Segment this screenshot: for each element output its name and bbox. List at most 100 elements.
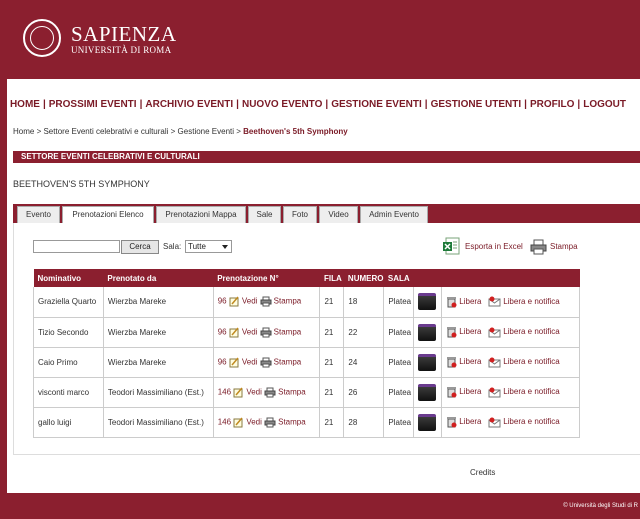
- tab-sale[interactable]: Sale: [248, 206, 281, 223]
- cell-numero: 26: [343, 377, 385, 408]
- nav-gestione-utenti[interactable]: GESTIONE UTENTI: [431, 99, 522, 111]
- seat-preview-icon[interactable]: [418, 293, 437, 311]
- trash-icon[interactable]: [446, 296, 457, 308]
- cell-sala: Platea: [383, 287, 415, 318]
- seat-preview-icon[interactable]: [418, 353, 437, 371]
- cell-seat-icon: [413, 407, 443, 438]
- printer-icon[interactable]: [530, 239, 547, 255]
- nav-gestione-eventi[interactable]: GESTIONE EVENTI: [331, 99, 422, 111]
- cell-actions: Libera Libera e notifica: [441, 287, 580, 318]
- stampa-link[interactable]: Stampa: [274, 357, 302, 366]
- libera-link[interactable]: Libera: [459, 417, 481, 426]
- nav-home[interactable]: HOME: [10, 99, 40, 111]
- printer-icon[interactable]: [264, 417, 276, 428]
- libera-link[interactable]: Libera: [459, 327, 481, 336]
- event-title: BEETHOVEN'S 5TH SYMPHONY: [13, 179, 150, 189]
- column-header-prenotato-da: Prenotato da: [103, 269, 214, 287]
- university-seal-icon[interactable]: [23, 19, 61, 57]
- stampa-link[interactable]: Stampa: [274, 297, 302, 306]
- libera-link[interactable]: Libera: [459, 357, 481, 366]
- seat-preview-icon[interactable]: [418, 323, 437, 341]
- printer-icon[interactable]: [260, 296, 272, 307]
- booking-number[interactable]: 96: [218, 327, 227, 336]
- excel-icon[interactable]: [442, 237, 461, 256]
- mail-cancel-icon[interactable]: [488, 417, 501, 428]
- nav-archivio-eventi[interactable]: ARCHIVIO EVENTI: [145, 99, 233, 111]
- search-button[interactable]: Cerca: [121, 240, 159, 254]
- search-input[interactable]: [33, 240, 120, 253]
- cell-fila: 21: [319, 287, 345, 318]
- booking-number[interactable]: 96: [218, 297, 227, 306]
- booking-number[interactable]: 96: [218, 357, 227, 366]
- edit-note-icon[interactable]: [233, 417, 244, 428]
- cell-prenotato-da[interactable]: Wierzba Mareke: [103, 347, 214, 378]
- seat-preview-icon[interactable]: [418, 413, 437, 431]
- mail-cancel-icon[interactable]: [488, 357, 501, 368]
- mail-cancel-icon[interactable]: [488, 296, 501, 307]
- libera-notifica-link[interactable]: Libera e notifica: [503, 297, 559, 306]
- libera-notifica-link[interactable]: Libera e notifica: [503, 417, 559, 426]
- vedi-link[interactable]: Vedi: [242, 357, 258, 366]
- credits-link[interactable]: Credits: [470, 468, 495, 477]
- stampa-link[interactable]: Stampa: [278, 387, 306, 396]
- booking-number[interactable]: 146: [218, 387, 231, 396]
- cell-prenotato-da[interactable]: Wierzba Mareke: [103, 317, 214, 348]
- print-link[interactable]: Stampa: [550, 242, 578, 251]
- printer-icon[interactable]: [260, 327, 272, 338]
- seat-preview-icon[interactable]: [418, 383, 437, 401]
- libera-notifica-link[interactable]: Libera e notifica: [503, 387, 559, 396]
- table-header-row: Nominativo Prenotato da Prenotazione N° …: [33, 269, 580, 287]
- trash-icon[interactable]: [446, 356, 457, 368]
- cell-numero: 22: [343, 317, 385, 348]
- trash-icon[interactable]: [446, 416, 457, 428]
- libera-link[interactable]: Libera: [459, 387, 481, 396]
- tab-prenotazioni-elenco[interactable]: Prenotazioni Elenco: [62, 206, 154, 224]
- column-header-actions: [441, 269, 580, 287]
- breadcrumb: Home > Settore Eventi celebrativi e cult…: [13, 127, 348, 136]
- brand-name[interactable]: SAPIENZA: [71, 22, 177, 47]
- mail-cancel-icon[interactable]: [488, 387, 501, 398]
- vedi-link[interactable]: Vedi: [246, 387, 262, 396]
- edit-note-icon[interactable]: [233, 387, 244, 398]
- libera-notifica-link[interactable]: Libera e notifica: [503, 327, 559, 336]
- tab-video[interactable]: Video: [319, 206, 358, 223]
- nav-nuovo-evento[interactable]: NUOVO EVENTO: [242, 99, 322, 111]
- libera-link[interactable]: Libera: [459, 297, 481, 306]
- breadcrumb-home[interactable]: Home: [13, 127, 34, 136]
- edit-note-icon[interactable]: [229, 357, 240, 368]
- nav-prossimi-eventi[interactable]: PROSSIMI EVENTI: [49, 99, 137, 111]
- printer-icon[interactable]: [264, 387, 276, 398]
- tab-admin-evento[interactable]: Admin Evento: [360, 206, 428, 223]
- stampa-link[interactable]: Stampa: [278, 417, 306, 426]
- nav-logout[interactable]: LOGOUT: [583, 99, 626, 111]
- trash-icon[interactable]: [446, 386, 457, 398]
- export-excel-link[interactable]: Esporta in Excel: [465, 242, 523, 251]
- cell-numero: 18: [343, 287, 385, 318]
- tab-prenotazioni-mappa[interactable]: Prenotazioni Mappa: [156, 206, 246, 223]
- nav-profilo[interactable]: PROFILO: [530, 99, 574, 111]
- tab-evento[interactable]: Evento: [17, 206, 60, 223]
- table-row: visconti marco Teodori Massimiliano (Est.…: [33, 377, 580, 408]
- libera-notifica-link[interactable]: Libera e notifica: [503, 357, 559, 366]
- edit-note-icon[interactable]: [229, 327, 240, 338]
- booking-number[interactable]: 146: [218, 417, 231, 426]
- nav-separator: |: [577, 99, 581, 110]
- vedi-link[interactable]: Vedi: [242, 297, 258, 306]
- cell-prenotato-da[interactable]: Teodori Massimiliano (Est.): [103, 377, 214, 408]
- stampa-link[interactable]: Stampa: [274, 327, 302, 336]
- sala-selected-value: Tutte: [188, 242, 206, 251]
- cell-actions: Libera Libera e notifica: [441, 317, 580, 348]
- edit-note-icon[interactable]: [229, 296, 240, 307]
- vedi-link[interactable]: Vedi: [246, 417, 262, 426]
- cell-prenotato-da[interactable]: Wierzba Mareke: [103, 287, 214, 318]
- breadcrumb-section[interactable]: Settore Eventi celebrativi e culturali: [43, 127, 168, 136]
- vedi-link[interactable]: Vedi: [242, 327, 258, 336]
- breadcrumb-management[interactable]: Gestione Eventi: [178, 127, 234, 136]
- printer-icon[interactable]: [260, 357, 272, 368]
- section-title-bar: SETTORE EVENTI CELEBRATIVI E CULTURALI: [13, 151, 640, 163]
- tab-foto[interactable]: Foto: [283, 206, 317, 223]
- sala-select[interactable]: Tutte: [185, 240, 232, 253]
- trash-icon[interactable]: [446, 326, 457, 338]
- mail-cancel-icon[interactable]: [488, 327, 501, 338]
- cell-prenotato-da[interactable]: Teodori Massimiliano (Est.): [103, 407, 214, 438]
